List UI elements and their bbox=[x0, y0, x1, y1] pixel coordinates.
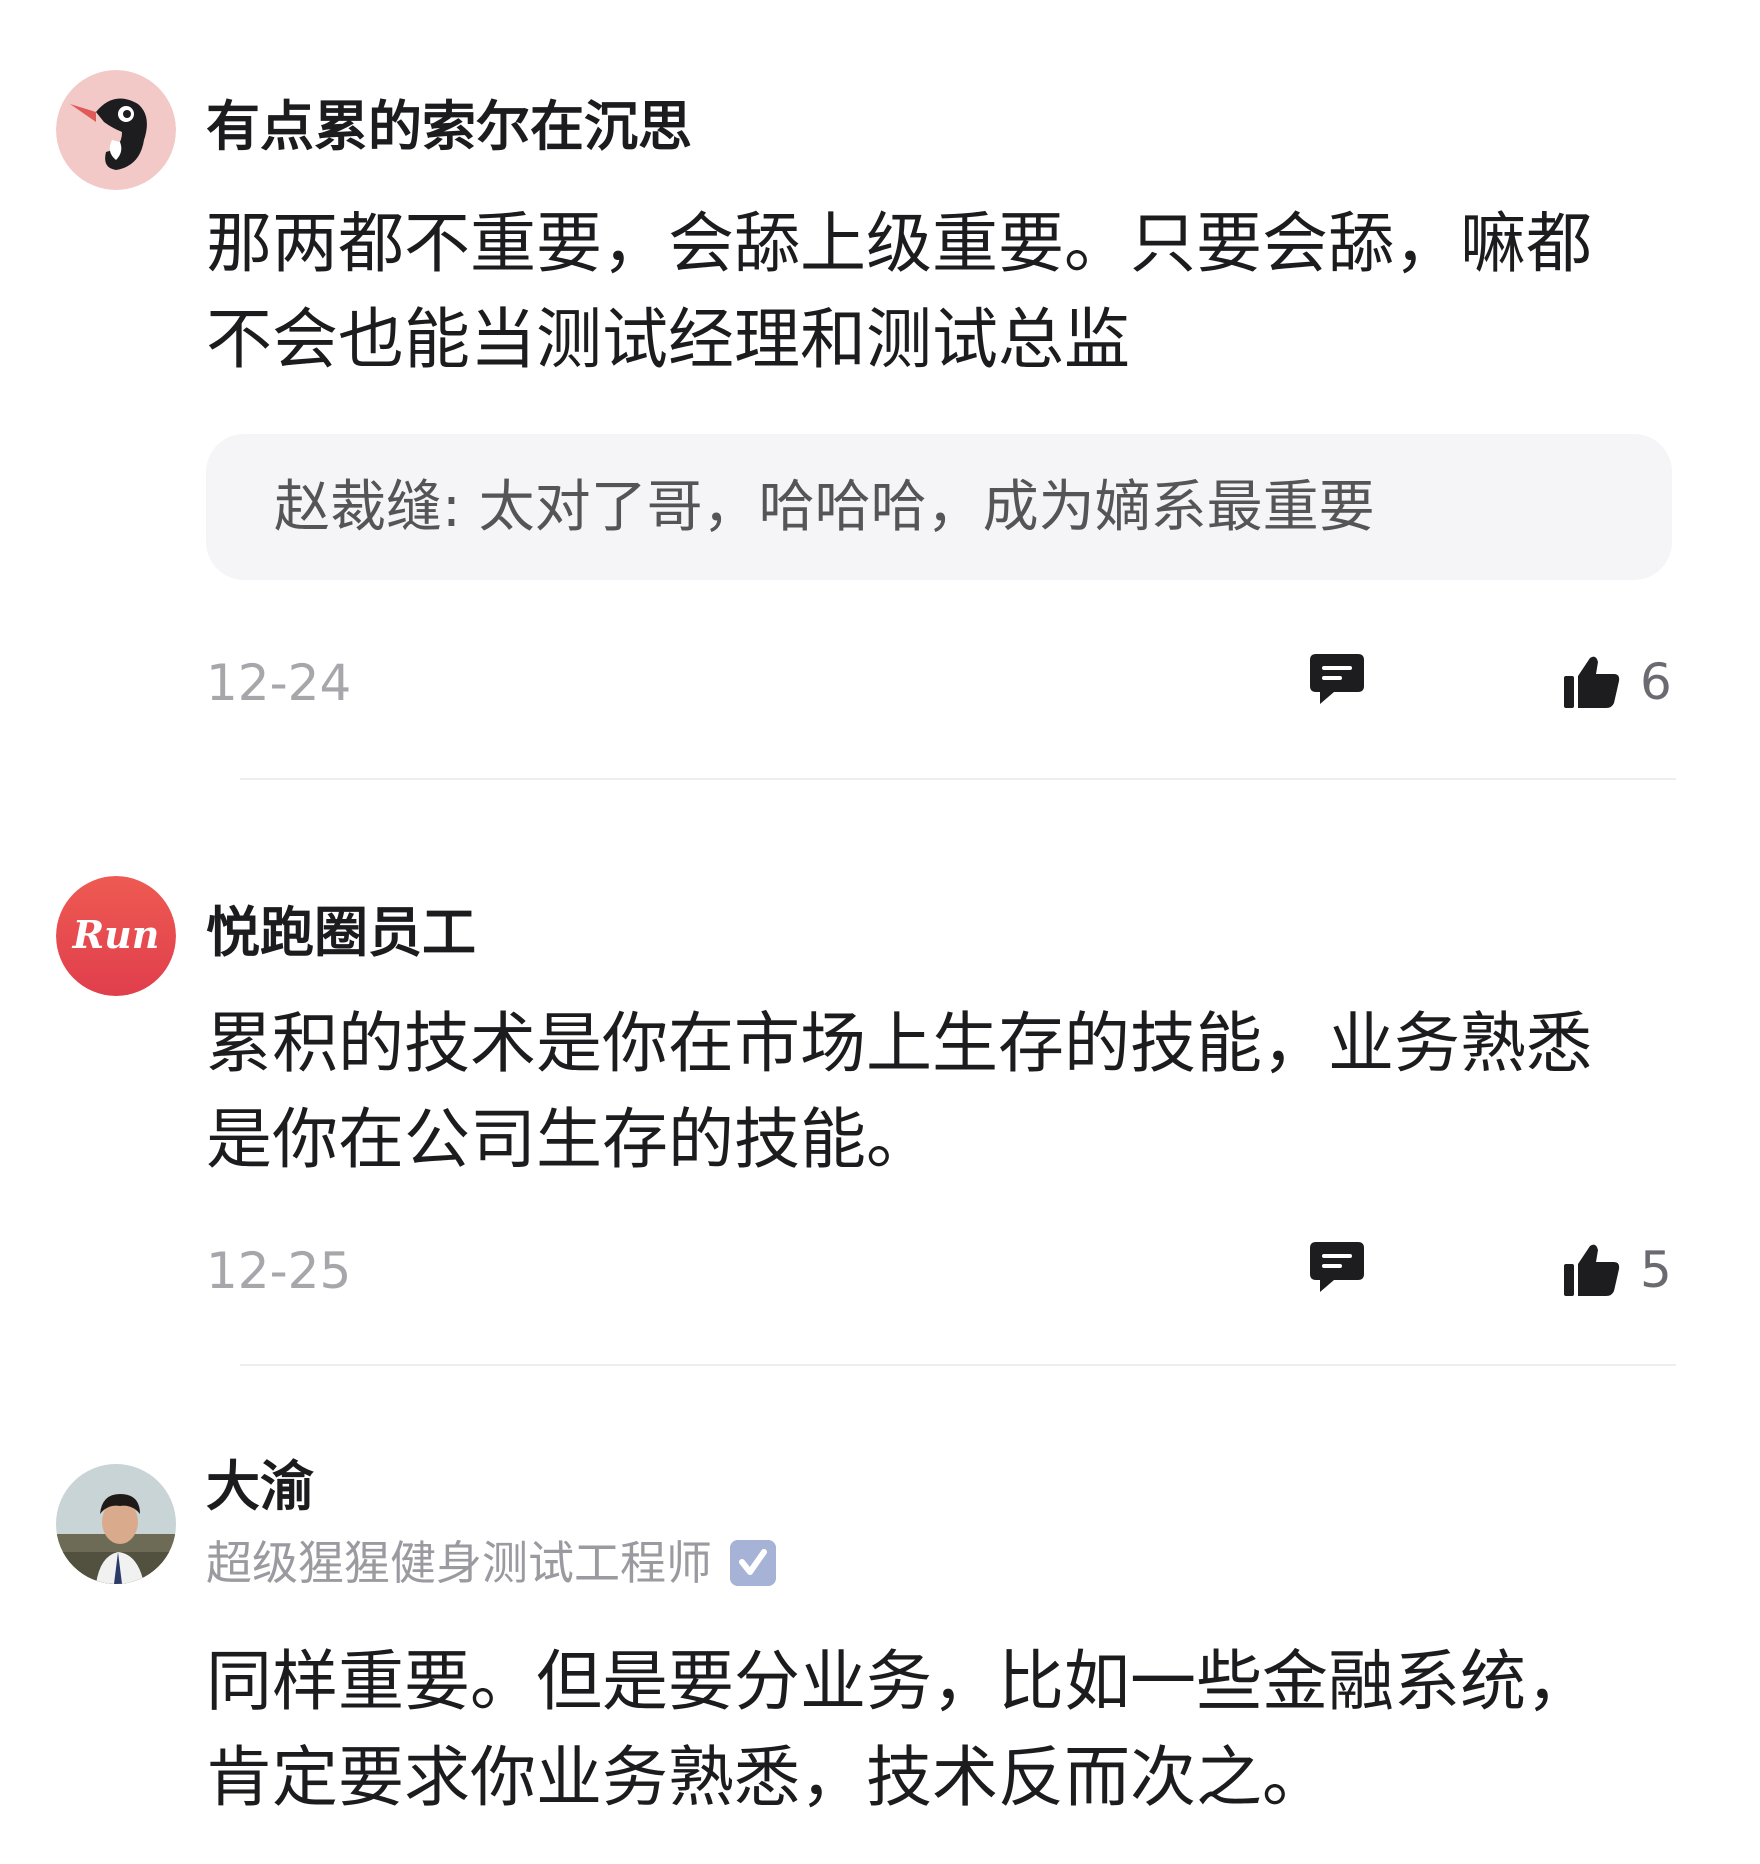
username[interactable]: 有点累的索尔在沉思 bbox=[206, 100, 692, 154]
reply-text-row: 赵裁缝: 太对了哥，哈哈哈，成为嫡系最重要 bbox=[274, 478, 1375, 538]
comment-content: 那两都不重要，会舔上级重要。只要会舔，嘛都 不会也能当测试经理和测试总监 bbox=[206, 196, 1676, 388]
reply-preview[interactable]: 赵裁缝: 太对了哥，哈哈哈，成为嫡系最重要 bbox=[206, 434, 1672, 580]
username[interactable]: 大渝 bbox=[206, 1460, 314, 1514]
svg-text:Run: Run bbox=[72, 912, 160, 957]
thumbs-up-icon bbox=[1562, 654, 1622, 710]
speech-bubble-icon bbox=[1310, 1242, 1364, 1292]
like-count: 6 bbox=[1640, 653, 1672, 711]
user-title-text: 超级猩猩健身测试工程师 bbox=[206, 1536, 712, 1590]
like-count: 5 bbox=[1640, 1241, 1672, 1299]
divider bbox=[240, 1364, 1676, 1366]
comment-line: 累积的技术是你在市场上生存的技能，业务熟悉 bbox=[206, 1005, 1592, 1082]
reply-button[interactable] bbox=[1308, 1240, 1366, 1296]
comment-line: 是你在公司生存的技能。 bbox=[206, 1101, 932, 1178]
comment-meta: 12-25 5 bbox=[0, 1240, 1760, 1310]
comment-meta: 12-24 6 bbox=[0, 652, 1760, 722]
reply-author: 赵裁缝: bbox=[274, 475, 461, 540]
comment-line: 同样重要。但是要分业务，比如一些金融系统， bbox=[206, 1643, 1592, 1720]
reply-button[interactable] bbox=[1308, 652, 1366, 708]
username[interactable]: 悦跑圈员工 bbox=[206, 906, 476, 960]
like-button[interactable]: 6 bbox=[1562, 652, 1672, 712]
run-logo-avatar-icon: Run bbox=[56, 876, 176, 996]
comment-line: 不会也能当测试经理和测试总监 bbox=[206, 301, 1130, 378]
avatar[interactable]: Run bbox=[56, 876, 176, 996]
speech-bubble-icon bbox=[1310, 654, 1364, 704]
verified-badge-icon bbox=[730, 1540, 776, 1586]
woodpecker-avatar-icon bbox=[56, 70, 176, 190]
avatar[interactable] bbox=[56, 1464, 176, 1584]
comment-content: 同样重要。但是要分业务，比如一些金融系统， 肯定要求你业务熟悉，技术反而次之。 bbox=[206, 1634, 1676, 1826]
comment-date: 12-25 bbox=[206, 1242, 352, 1300]
like-button[interactable]: 5 bbox=[1562, 1240, 1672, 1300]
thumbs-up-icon bbox=[1562, 1242, 1622, 1298]
person-photo-avatar-icon bbox=[56, 1464, 176, 1584]
comment-line: 那两都不重要，会舔上级重要。只要会舔，嘛都 bbox=[206, 205, 1592, 282]
comment-line: 肯定要求你业务熟悉，技术反而次之。 bbox=[206, 1739, 1328, 1816]
comment-date: 12-24 bbox=[206, 654, 352, 712]
user-title: 超级猩猩健身测试工程师 bbox=[206, 1540, 776, 1586]
avatar[interactable] bbox=[56, 70, 176, 190]
reply-text: 太对了哥，哈哈哈，成为嫡系最重要 bbox=[460, 475, 1375, 540]
comment-list: 有点累的索尔在沉思 那两都不重要，会舔上级重要。只要会舔，嘛都 不会也能当测试经… bbox=[0, 0, 1760, 1864]
divider bbox=[240, 778, 1676, 780]
comment-content: 累积的技术是你在市场上生存的技能，业务熟悉 是你在公司生存的技能。 bbox=[206, 996, 1676, 1188]
